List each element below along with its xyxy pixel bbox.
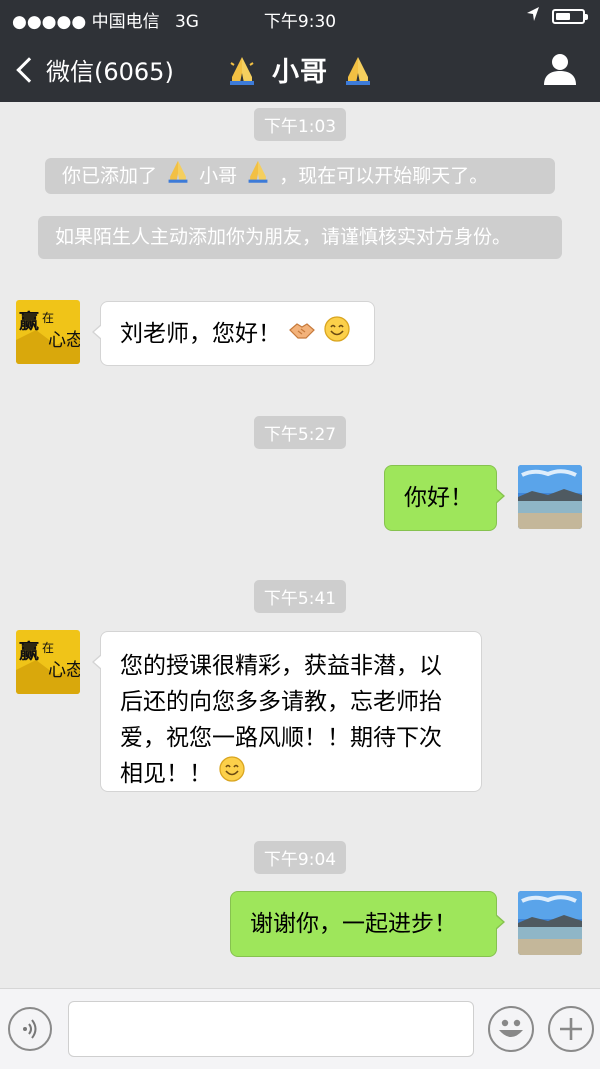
svg-text:在: 在 [42,311,54,325]
system-message-added: 你已添加了 小哥 ，现在可以开始聊天了。 [45,158,555,194]
message-input[interactable] [68,1001,474,1057]
emoji-button[interactable] [488,1006,534,1052]
nav-bar: 微信(6065) 小哥 [0,34,600,102]
timestamp: 下午5:27 [0,416,600,449]
timestamp-text: 下午9:04 [253,841,347,874]
svg-text:赢: 赢 [19,309,39,333]
my-avatar[interactable] [518,891,582,955]
message-text: 刘老师，您好！ [120,321,281,347]
svg-text:心态: 心态 [48,660,80,681]
my-avatar[interactable] [518,465,582,529]
message-bubble-sent[interactable]: 你好！ [384,465,505,531]
system-message-warning: 如果陌生人主动添加你为朋友，请谨慎核实对方身份。 [38,216,562,259]
contact-info-button[interactable] [541,52,579,86]
folded-hands-icon [228,53,256,92]
timestamp-text: 下午5:41 [253,580,347,613]
smile-emoji-icon [219,756,245,793]
smiley-icon [499,1019,523,1037]
smile-emoji-icon [323,316,350,353]
svg-text:赢: 赢 [19,639,39,663]
folded-hands-icon [167,159,189,195]
location-arrow-icon [526,6,540,26]
message-bubble-received[interactable]: 刘老师，您好！ [92,301,375,366]
timestamp: 下午1:03 [0,108,600,141]
status-bar: ●●●●● 中国电信 3G 下午9:30 [0,0,600,34]
message-text: 您的授课很精彩，获益非潜，以后还的向您多多请教，忘老师抬爱，祝您一路风顺！！期待… [120,653,442,787]
top-bar: ●●●●● 中国电信 3G 下午9:30 微信(6065) 小哥 [0,0,600,102]
timestamp-text: 下午1:03 [253,108,347,141]
chat-title: 小哥 [0,50,600,92]
plus-icon [560,1018,582,1040]
message-bubble-sent[interactable]: 谢谢你，一起进步！ [230,891,505,957]
voice-icon [23,1019,37,1039]
contact-name: 小哥 [199,165,238,187]
clock: 下午9:30 [263,12,337,32]
input-bar [0,988,600,1069]
timestamp: 下午9:04 [0,841,600,874]
battery-icon [552,9,588,24]
system-text: ，现在可以开始聊天了。 [279,165,489,187]
voice-button[interactable] [8,1007,52,1051]
svg-text:心态: 心态 [48,330,80,351]
more-button[interactable] [548,1006,594,1052]
folded-hands-icon [247,159,269,195]
system-text: 你已添加了 [62,165,158,187]
person-icon [544,54,576,85]
contact-avatar[interactable]: 赢在心态 [16,300,80,364]
chat-title-text: 小哥 [272,57,328,88]
handshake-icon [288,317,316,353]
message-bubble-received[interactable]: 您的授课很精彩，获益非潜，以后还的向您多多请教，忘老师抬爱，祝您一路风顺！！期待… [92,631,482,793]
folded-hands-icon [344,55,372,92]
contact-avatar[interactable]: 赢在心态 [16,630,80,694]
timestamp-text: 下午5:27 [253,416,347,449]
timestamp: 下午5:41 [0,580,600,613]
svg-text:在: 在 [42,641,54,655]
